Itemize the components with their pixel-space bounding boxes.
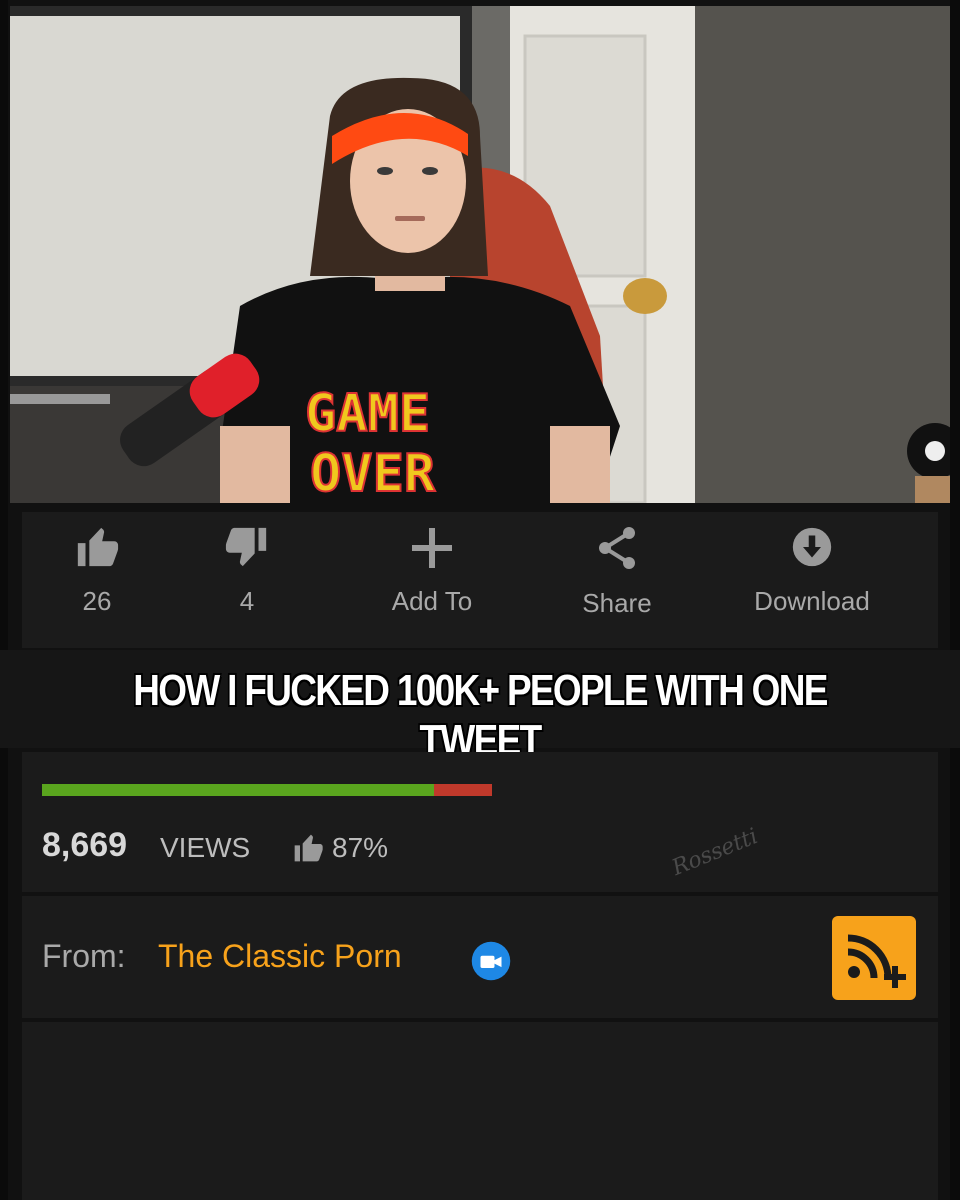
add-to-button[interactable]: Add To xyxy=(367,512,497,648)
video-actions-bar: 26 4 Add To Share Download xyxy=(22,512,938,648)
views-count: 8,669 xyxy=(42,826,128,864)
share-icon xyxy=(593,524,641,577)
rss-plus-icon xyxy=(832,934,916,1004)
video-player[interactable]: GAME OVER xyxy=(10,6,950,503)
like-count: 26 xyxy=(82,586,112,616)
share-button[interactable]: Share xyxy=(552,512,682,648)
thumbs-up-icon xyxy=(74,524,120,575)
rating-bar xyxy=(42,784,492,796)
download-icon xyxy=(789,524,835,575)
video-stats-panel: 8,669 VIEWS 87% Rossetti xyxy=(22,752,938,892)
subscribe-button[interactable] xyxy=(832,916,916,1000)
plus-icon xyxy=(408,524,456,577)
svg-text:GAME: GAME xyxy=(305,384,430,444)
views-label: VIEWS xyxy=(160,832,251,863)
empty-panel xyxy=(22,1022,938,1200)
svg-text:OVER: OVER xyxy=(310,444,436,503)
rating-percent: 87% xyxy=(332,832,389,863)
left-border xyxy=(0,0,8,1200)
video-frame-image: GAME OVER xyxy=(10,6,950,503)
screenshot-frame: GAME OVER 26 4 Add To Share Download HOW… xyxy=(0,0,960,1200)
video-title: HOW I FUCKED 100K+ PEOPLE WITH ONE TWEET xyxy=(133,666,828,765)
download-label: Download xyxy=(754,586,870,616)
thumbs-up-icon xyxy=(292,832,324,869)
verified-camera-icon xyxy=(470,940,512,987)
from-label: From: xyxy=(42,938,126,974)
dislike-button[interactable]: 4 xyxy=(192,512,302,648)
add-to-label: Add To xyxy=(391,586,473,616)
right-border xyxy=(950,0,960,1200)
dislike-count: 4 xyxy=(239,586,255,616)
channel-panel: From: The Classic Porn xyxy=(22,896,938,1018)
watermark: Rossetti xyxy=(668,824,762,881)
rating-bar-fill xyxy=(42,784,434,796)
thumbs-down-icon xyxy=(224,524,270,575)
share-label: Share xyxy=(582,588,652,618)
channel-name-link[interactable]: The Classic Porn xyxy=(158,938,402,975)
download-button[interactable]: Download xyxy=(737,512,887,648)
like-button[interactable]: 26 xyxy=(42,512,152,648)
